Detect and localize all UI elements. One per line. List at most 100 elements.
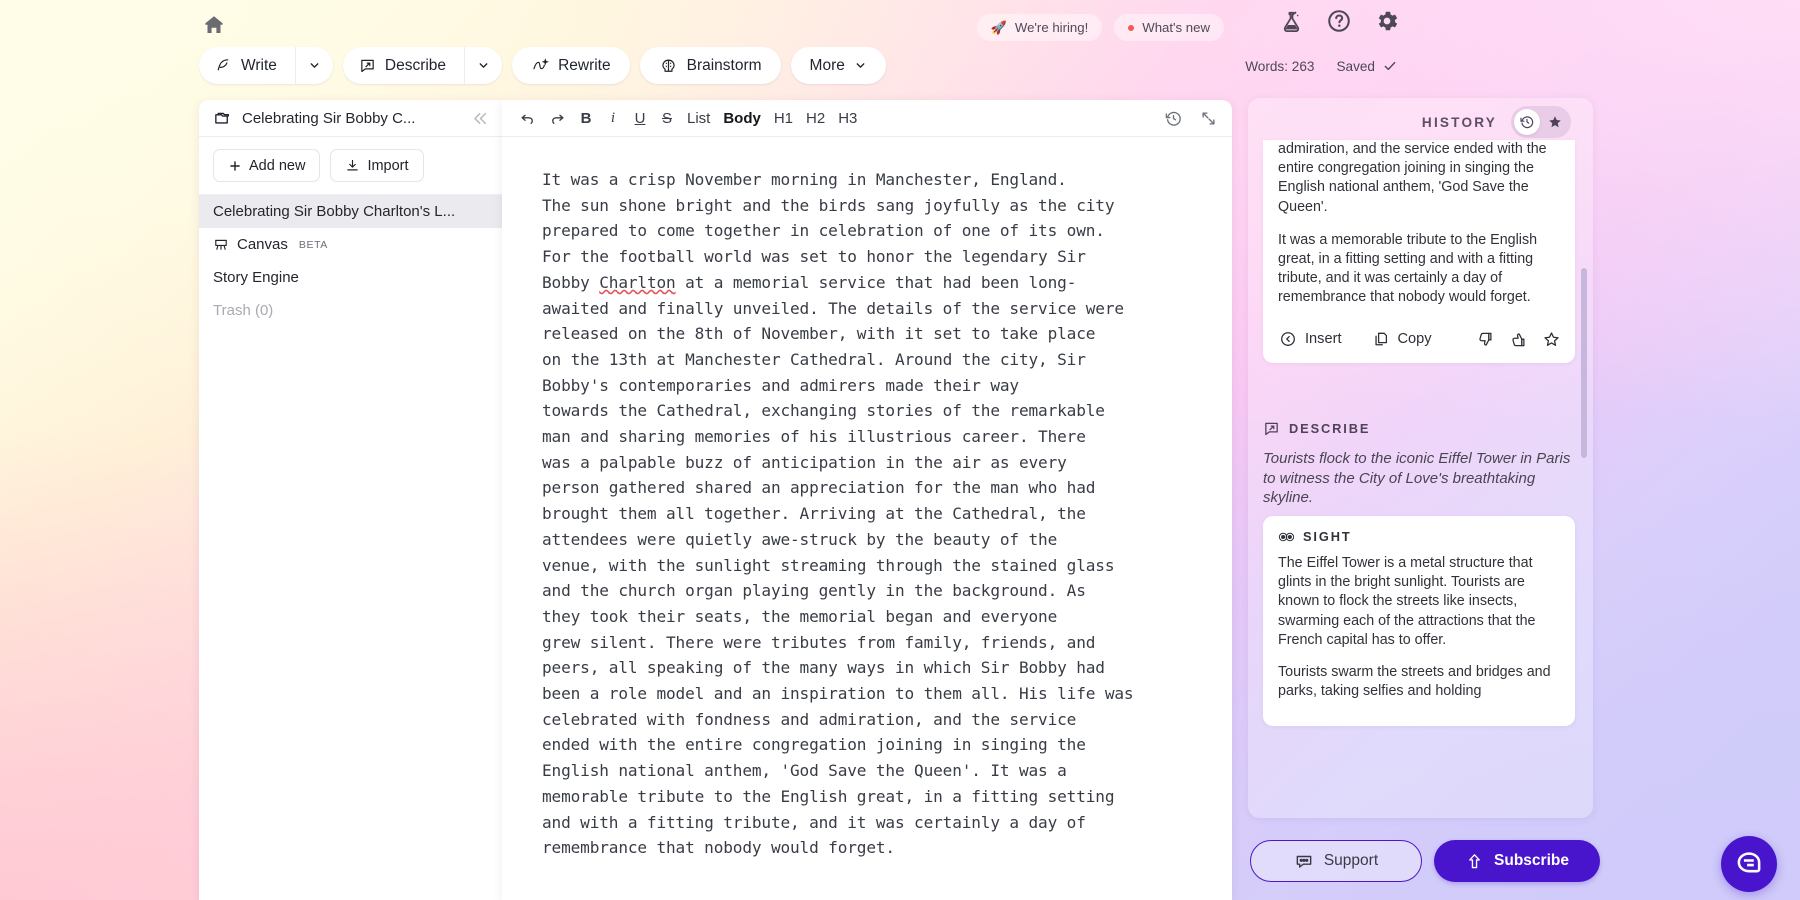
settings-button[interactable]	[1374, 8, 1400, 34]
favorites-tab[interactable]	[1542, 109, 1568, 135]
add-new-label: Add new	[249, 157, 306, 174]
describe-prompt: Tourists flock to the iconic Eiffel Towe…	[1263, 450, 1571, 506]
h1-button[interactable]: H1	[774, 110, 793, 127]
chat-bubble-icon	[1737, 852, 1761, 873]
misspelled-word[interactable]: Charlton	[599, 273, 675, 292]
undo-button[interactable]	[519, 110, 536, 127]
describe-section-header: DESCRIBE	[1248, 420, 1593, 437]
copy-label: Copy	[1397, 331, 1432, 348]
version-history-button[interactable]	[1164, 109, 1183, 128]
undo-icon	[521, 114, 533, 124]
document-text[interactable]: It was a crisp November morning in Manch…	[542, 167, 1187, 861]
favorite-button[interactable]	[1542, 330, 1561, 349]
italic-button[interactable]: i	[606, 110, 620, 127]
rocket-icon: 🚀	[990, 20, 1007, 35]
history-tab[interactable]	[1514, 109, 1540, 135]
were-hiring-pill[interactable]: 🚀 We're hiring!	[976, 14, 1103, 41]
brainstorm-label: Brainstorm	[686, 56, 762, 74]
flask-button[interactable]	[1279, 9, 1304, 34]
write-dropdown-button[interactable]	[294, 47, 333, 84]
describe-section: DESCRIBE Tourists flock to the iconic Ei…	[1248, 420, 1593, 508]
redo-button[interactable]	[549, 110, 566, 127]
sidebar-item-label: Canvas	[237, 236, 288, 253]
thumbs-down-button[interactable]	[1476, 330, 1495, 349]
rewrite-button[interactable]: Rewrite	[512, 47, 630, 84]
insert-button[interactable]: Insert	[1279, 330, 1342, 348]
bold-button[interactable]: B	[579, 110, 593, 127]
describe-icon	[1265, 422, 1278, 436]
chevron-down-icon	[310, 63, 319, 68]
describe-label: Describe	[384, 56, 447, 74]
sidebar-item-story-engine[interactable]: Story Engine	[199, 261, 502, 294]
sidebar-item-trash[interactable]: Trash (0)	[199, 294, 502, 327]
write-tool-group: Write	[199, 47, 333, 84]
word-count: Words: 263	[1245, 58, 1315, 74]
underline-button[interactable]: U	[633, 110, 647, 127]
brainstorm-icon	[661, 59, 675, 72]
sidebar-actions: Add new Import	[199, 137, 502, 195]
help-button[interactable]	[1326, 8, 1352, 34]
document-status: Words: 263 Saved	[1245, 58, 1398, 74]
announcement-pills: 🚀 We're hiring! What's new	[976, 14, 1224, 41]
describe-button[interactable]: Describe	[343, 47, 464, 84]
sight-paragraph: The Eiffel Tower is a metal structure th…	[1278, 555, 1536, 648]
copy-button[interactable]: Copy	[1372, 330, 1432, 348]
history-card-text[interactable]: admiration, and the service ended with t…	[1263, 140, 1575, 308]
brainstorm-button[interactable]: Brainstorm	[639, 47, 781, 84]
panel-scrollbar[interactable]	[1581, 268, 1587, 458]
home-button[interactable]	[197, 8, 231, 42]
chat-widget-button[interactable]	[1721, 836, 1777, 892]
sidebar-item-label: Trash (0)	[213, 302, 274, 319]
sight-result-card: SIGHT The Eiffel Tower is a metal struct…	[1263, 516, 1575, 726]
history-paragraph: admiration, and the service ended with t…	[1278, 141, 1547, 215]
write-button[interactable]: Write	[199, 47, 295, 84]
document-list: Celebrating Sir Bobby Charlton's L... Ca…	[199, 195, 502, 327]
subscribe-button[interactable]: Subscribe	[1434, 840, 1600, 882]
describe-icon	[361, 59, 374, 73]
collapse-sidebar-button[interactable]	[471, 109, 490, 128]
red-dot-icon	[1128, 24, 1135, 31]
star-outline-icon	[1544, 332, 1559, 346]
expand-editor-button[interactable]	[1199, 109, 1218, 128]
more-button[interactable]: More	[790, 47, 886, 84]
sidebar-item-document[interactable]: Celebrating Sir Bobby Charlton's L...	[199, 195, 502, 228]
sidebar-item-canvas[interactable]: Canvas BETA	[199, 228, 502, 261]
canvas-icon	[215, 239, 227, 250]
history-result-card: admiration, and the service ended with t…	[1263, 140, 1575, 363]
import-button[interactable]: Import	[330, 149, 424, 182]
thumbs-up-button[interactable]	[1509, 330, 1528, 349]
chevron-down-icon	[856, 63, 865, 68]
project-title: Celebrating Sir Bobby C...	[242, 109, 416, 127]
whats-new-pill[interactable]: What's new	[1114, 14, 1224, 41]
list-button[interactable]: List	[687, 110, 710, 127]
chevrons-left-icon	[474, 112, 487, 124]
beta-badge: BETA	[298, 238, 328, 251]
describe-tool-group: Describe	[342, 47, 503, 84]
describe-title: DESCRIBE	[1289, 421, 1371, 436]
copy-icon	[1374, 332, 1387, 346]
arrow-up-icon	[1469, 853, 1480, 868]
describe-dropdown-button[interactable]	[464, 47, 502, 84]
project-sidebar: Celebrating Sir Bobby C... Add new Impor…	[199, 100, 502, 900]
sight-card-header: SIGHT	[1278, 529, 1560, 544]
feedback-icons	[1476, 330, 1561, 349]
support-label: Support	[1323, 852, 1379, 869]
body-style-button[interactable]: Body	[723, 110, 761, 127]
expand-icon	[1202, 111, 1215, 125]
saved-label: Saved	[1336, 58, 1375, 74]
editor-toolbar: B i U S List Body H1 H2 H3	[502, 100, 1232, 137]
document-editor: B i U S List Body H1 H2 H3 It was a cris…	[502, 100, 1232, 900]
assistant-panel-header: HISTORY	[1248, 98, 1593, 146]
h3-button[interactable]: H3	[838, 110, 857, 127]
h2-button[interactable]: H2	[806, 110, 825, 127]
support-button[interactable]: Support	[1250, 840, 1422, 882]
import-label: Import	[367, 157, 409, 174]
flask-icon	[1283, 11, 1300, 32]
thumbs-down-icon	[1479, 332, 1492, 346]
add-new-button[interactable]: Add new	[213, 149, 321, 182]
editor-body[interactable]: It was a crisp November morning in Manch…	[502, 137, 1232, 900]
thumbs-up-icon	[1512, 332, 1525, 346]
home-icon	[205, 16, 223, 33]
ai-tools-toolbar: Write Describe Rewrite Brainstorm More	[199, 47, 886, 84]
strikethrough-button[interactable]: S	[660, 110, 674, 127]
